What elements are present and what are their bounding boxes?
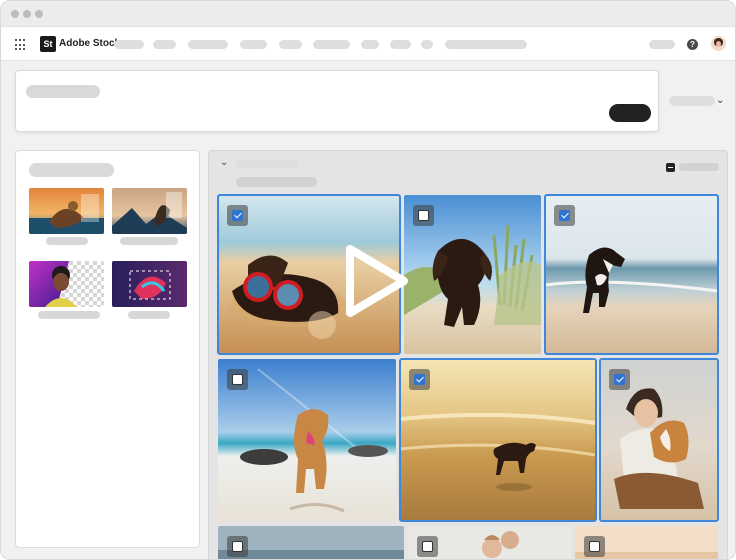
chevron-down-icon[interactable]: ⌄ bbox=[220, 158, 228, 168]
nav-item[interactable] bbox=[313, 40, 350, 49]
select-checkbox[interactable] bbox=[227, 369, 248, 390]
collection-label bbox=[38, 311, 100, 319]
header-link[interactable] bbox=[649, 40, 675, 49]
collection-thumb[interactable] bbox=[29, 188, 104, 234]
browser-window: St Adobe Stock ? ⌄ ⌄ bbox=[0, 0, 736, 560]
select-checkbox[interactable] bbox=[554, 205, 575, 226]
help-icon[interactable]: ? bbox=[687, 39, 698, 50]
user-avatar[interactable] bbox=[711, 36, 726, 51]
checkbox-box bbox=[232, 210, 243, 221]
image-tile-sunset[interactable] bbox=[575, 526, 718, 559]
image-tile-ocean[interactable] bbox=[218, 526, 404, 559]
image-tile-dog-sandy-beach[interactable] bbox=[218, 359, 396, 521]
checkbox-box bbox=[414, 374, 425, 385]
search-box[interactable] bbox=[15, 70, 659, 132]
select-checkbox[interactable] bbox=[227, 205, 248, 226]
window-dot[interactable] bbox=[11, 10, 19, 18]
nav-item[interactable] bbox=[361, 40, 379, 49]
play-icon[interactable] bbox=[344, 243, 410, 319]
image-tile-dog-dunes[interactable] bbox=[404, 195, 541, 354]
select-checkbox[interactable] bbox=[584, 536, 605, 557]
select-checkbox[interactable] bbox=[417, 536, 438, 557]
checkbox-box bbox=[589, 541, 600, 552]
checkbox-box bbox=[422, 541, 433, 552]
collection-label bbox=[46, 237, 88, 245]
sidebar-title bbox=[29, 163, 114, 177]
checkbox-box bbox=[232, 541, 243, 552]
results-title bbox=[236, 160, 299, 168]
nav-item[interactable] bbox=[240, 40, 267, 49]
collection-label bbox=[120, 237, 178, 245]
checkbox-box bbox=[559, 210, 570, 221]
deselect-all-link[interactable] bbox=[679, 163, 719, 171]
search-input[interactable] bbox=[26, 85, 100, 98]
nav-item[interactable] bbox=[114, 40, 144, 49]
search-button[interactable] bbox=[609, 104, 651, 122]
adobe-stock-logo[interactable]: St bbox=[40, 36, 56, 52]
results-subtitle bbox=[236, 177, 317, 187]
collection-thumb[interactable] bbox=[112, 261, 187, 307]
collection-thumb[interactable] bbox=[112, 188, 187, 234]
image-tile-dog-running-shore[interactable] bbox=[544, 194, 719, 355]
chevron-down-icon[interactable]: ⌄ bbox=[716, 96, 724, 106]
nav-item[interactable] bbox=[421, 40, 433, 49]
window-titlebar bbox=[1, 1, 735, 27]
nav-item[interactable] bbox=[279, 40, 302, 49]
nav-item[interactable] bbox=[445, 40, 527, 49]
select-checkbox[interactable] bbox=[413, 205, 434, 226]
window-dot[interactable] bbox=[35, 10, 43, 18]
app-grid-icon[interactable] bbox=[15, 39, 27, 51]
brand-name[interactable]: Adobe Stock bbox=[59, 37, 120, 51]
nav-item[interactable] bbox=[188, 40, 228, 49]
checkbox-box bbox=[614, 374, 625, 385]
collection-thumb[interactable] bbox=[29, 261, 104, 307]
sort-dropdown[interactable] bbox=[669, 96, 715, 106]
select-checkbox[interactable] bbox=[227, 536, 248, 557]
select-checkbox[interactable] bbox=[609, 369, 630, 390]
image-tile-dog-sunset-water[interactable] bbox=[399, 358, 597, 522]
window-dot[interactable] bbox=[23, 10, 31, 18]
collections-sidebar bbox=[15, 150, 200, 548]
image-tile-woman-hugging-dog[interactable] bbox=[599, 358, 719, 522]
app-header: St Adobe Stock ? bbox=[1, 27, 735, 61]
image-tile-family[interactable] bbox=[408, 526, 571, 559]
checkbox-box bbox=[232, 374, 243, 385]
collection-label bbox=[128, 311, 170, 319]
select-checkbox[interactable] bbox=[409, 369, 430, 390]
nav-item[interactable] bbox=[390, 40, 411, 49]
minus-checkbox-icon[interactable] bbox=[666, 163, 675, 172]
nav-item[interactable] bbox=[153, 40, 176, 49]
checkbox-box bbox=[418, 210, 429, 221]
